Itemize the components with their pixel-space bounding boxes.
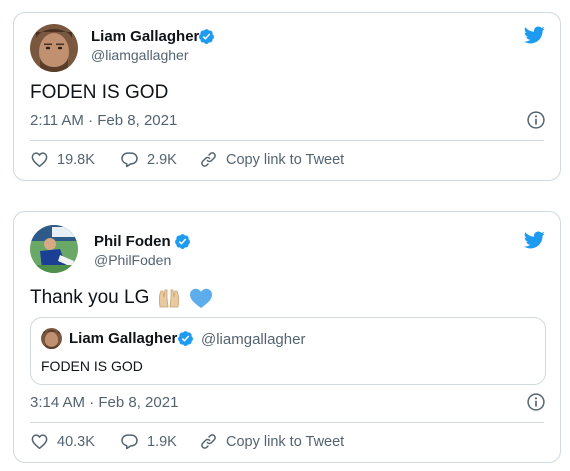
- tweet-card[interactable]: Phil Foden @PhilFoden Thank you LG 🙌🏼💙 L…: [13, 211, 561, 463]
- verified-badge-icon: [198, 28, 215, 45]
- reply-icon: [120, 150, 139, 169]
- reply-count: 2.9K: [147, 151, 177, 168]
- info-icon[interactable]: [526, 392, 546, 412]
- tweet-text-row: Thank you LG 🙌🏼💙: [30, 287, 213, 309]
- quoted-avatar[interactable]: [41, 328, 62, 349]
- like-count: 40.3K: [57, 433, 95, 450]
- author-handle[interactable]: @liamgallagher: [91, 47, 188, 63]
- link-icon: [199, 432, 218, 451]
- tweet-timestamp[interactable]: 2:11 AM · Feb 8, 2021: [30, 112, 177, 129]
- copy-link-label: Copy link to Tweet: [226, 433, 345, 450]
- heart-icon: [30, 432, 49, 451]
- divider: [30, 422, 544, 423]
- reply-button[interactable]: 1.9K: [120, 432, 177, 451]
- like-button[interactable]: 19.8K: [30, 150, 95, 169]
- info-icon[interactable]: [526, 110, 546, 130]
- twitter-bird-icon[interactable]: [521, 229, 547, 251]
- copy-link-button[interactable]: Copy link to Tweet: [199, 432, 344, 451]
- heart-icon: [30, 150, 49, 169]
- reply-count: 1.9K: [147, 433, 177, 450]
- like-button[interactable]: 40.3K: [30, 432, 95, 451]
- quoted-author-name[interactable]: Liam Gallagher: [69, 330, 177, 347]
- link-icon: [199, 150, 218, 169]
- author-name[interactable]: Phil Foden: [94, 233, 171, 250]
- verified-badge-icon: [174, 233, 191, 250]
- tweet-text: Thank you LG: [30, 287, 150, 308]
- tweet-timestamp[interactable]: 3:14 AM · Feb 8, 2021: [30, 394, 178, 411]
- like-count: 19.8K: [57, 151, 95, 168]
- tweet-card[interactable]: Liam Gallagher @liamgallagher FODEN IS G…: [13, 12, 561, 181]
- copy-link-label: Copy link to Tweet: [226, 151, 345, 168]
- copy-link-button[interactable]: Copy link to Tweet: [199, 150, 344, 169]
- verified-badge-icon: [177, 330, 194, 347]
- quoted-tweet-text: FODEN IS GOD: [41, 358, 143, 374]
- reply-button[interactable]: 2.9K: [120, 150, 177, 169]
- raising-hands-icon: [159, 289, 180, 308]
- quoted-author-handle[interactable]: @liamgallagher: [201, 331, 305, 348]
- tweet-text: FODEN IS GOD: [30, 82, 169, 103]
- reply-icon: [120, 432, 139, 451]
- avatar[interactable]: [30, 225, 78, 273]
- twitter-bird-icon[interactable]: [521, 24, 547, 46]
- quoted-tweet[interactable]: Liam Gallagher @liamgallagher FODEN IS G…: [30, 317, 546, 385]
- author-name[interactable]: Liam Gallagher: [91, 28, 199, 45]
- blue-heart-icon: [190, 288, 213, 308]
- divider: [30, 140, 544, 141]
- author-handle[interactable]: @PhilFoden: [94, 252, 171, 268]
- avatar[interactable]: [30, 24, 78, 72]
